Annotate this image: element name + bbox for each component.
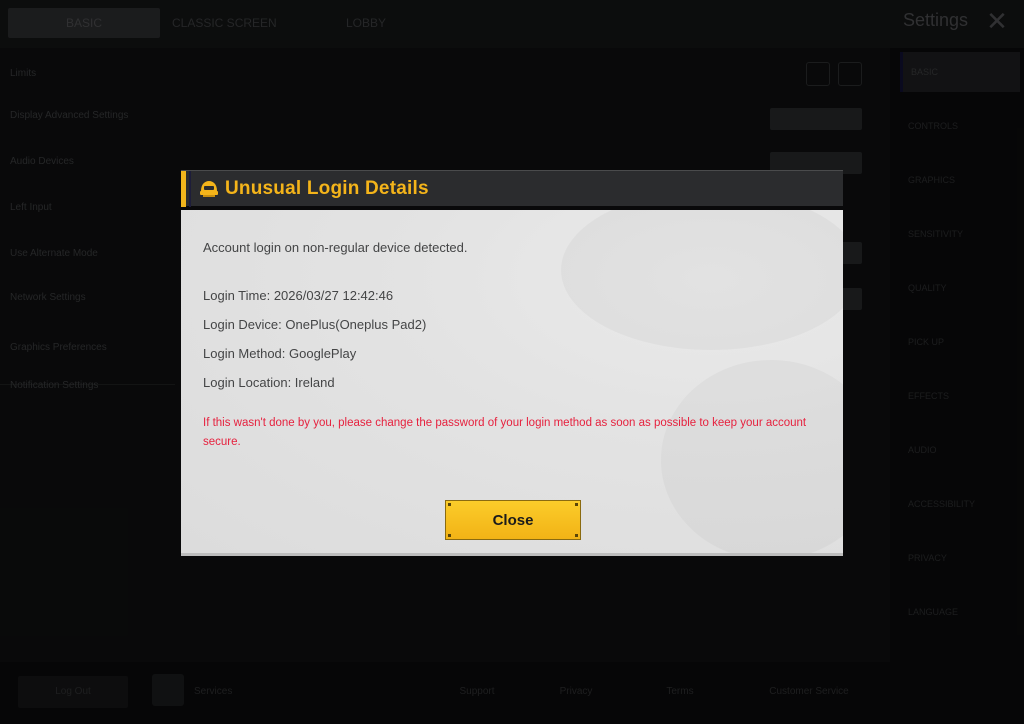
dialog-title: Unusual Login Details xyxy=(225,178,429,199)
header-divider xyxy=(189,171,191,207)
unusual-login-dialog: Unusual Login Details Account login on n… xyxy=(181,170,843,556)
game-screen: BASIC CLASSIC SCREEN LOBBY Settings ✕ Li… xyxy=(0,0,1024,724)
dialog-header: Unusual Login Details xyxy=(181,170,843,207)
login-device: Login Device: OnePlus(Oneplus Pad2) xyxy=(203,317,427,332)
button-corner xyxy=(575,503,578,506)
background-texture xyxy=(661,360,843,553)
header-accent-bar xyxy=(181,171,186,207)
close-button[interactable]: Close xyxy=(445,500,581,540)
login-method: Login Method: GooglePlay xyxy=(203,346,357,361)
dialog-intro: Account login on non-regular device dete… xyxy=(203,240,468,255)
security-warning: If this wasn't done by you, please chang… xyxy=(203,417,807,448)
helmet-icon xyxy=(200,181,218,197)
login-location: Login Location: Ireland xyxy=(203,375,335,390)
button-corner xyxy=(575,534,578,537)
button-corner xyxy=(448,503,451,506)
button-corner xyxy=(448,534,451,537)
background-texture xyxy=(561,210,843,350)
close-button-label: Close xyxy=(492,511,534,529)
login-time: Login Time: 2026/03/27 12:42:46 xyxy=(203,288,394,303)
